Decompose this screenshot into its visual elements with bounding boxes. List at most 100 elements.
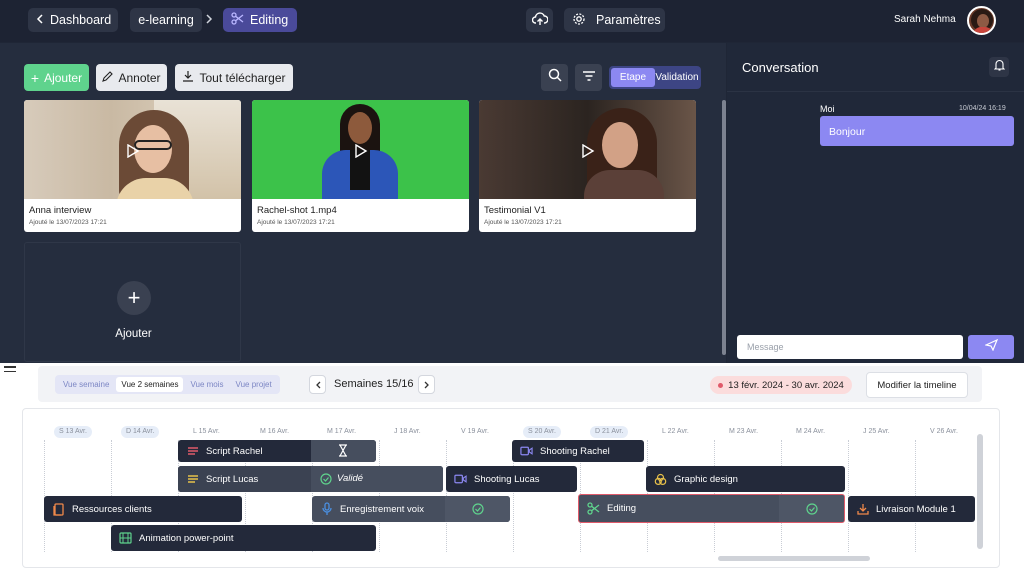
media-date: Ajouté le 13/07/2023 17:21 — [29, 219, 107, 226]
task-livraison-module-1[interactable]: Livraison Module 1 — [848, 496, 975, 522]
media-date: Ajouté le 13/07/2023 17:21 — [257, 219, 335, 226]
task-enregistrement-voix[interactable]: Enregistrement voix — [312, 496, 510, 522]
message-sender: Moi — [820, 104, 835, 114]
message-timestamp: 10/04/24 16:19 — [959, 105, 1006, 112]
day-header: D 14 Avr. — [121, 426, 160, 438]
view-2-weeks[interactable]: Vue 2 semaines — [116, 377, 184, 392]
hourglass-icon — [338, 444, 348, 460]
plus-icon[interactable]: + — [117, 281, 151, 315]
view-month[interactable]: Vue mois — [185, 377, 228, 392]
upload-button[interactable] — [526, 8, 553, 32]
day-header: J 25 Avr. — [863, 428, 890, 435]
scissors-icon — [231, 12, 244, 28]
horizontal-scrollbar[interactable] — [718, 556, 870, 561]
weeks-label: Semaines 15/16 — [334, 378, 414, 390]
dot-icon — [718, 382, 724, 388]
day-header: M 24 Avr. — [796, 428, 826, 435]
task-graphic-design[interactable]: Graphic design — [646, 466, 845, 492]
download-icon — [856, 503, 869, 516]
document-icon — [52, 502, 65, 516]
task-label: Script Rachel — [206, 445, 263, 457]
chevron-right-icon — [424, 376, 430, 394]
play-icon[interactable] — [354, 143, 368, 163]
conversation-title: Conversation — [742, 60, 819, 75]
task-editing[interactable]: Editing — [578, 494, 845, 523]
media-card[interactable]: Testimonial V1 Ajouté le 13/07/2023 17:2… — [479, 100, 696, 232]
gear-icon — [572, 12, 586, 29]
script-icon — [186, 445, 199, 458]
breadcrumb-current[interactable]: Editing — [223, 8, 297, 32]
back-label: Dashboard — [50, 13, 112, 27]
view-toggle: Etape Validation — [609, 66, 701, 89]
task-animation-power-point[interactable]: Animation power-point — [111, 525, 376, 551]
modify-timeline-button[interactable]: Modifier la timeline — [866, 372, 968, 398]
task-label: Livraison Module 1 — [876, 503, 956, 515]
message-input[interactable]: Message — [737, 335, 963, 359]
avatar[interactable] — [967, 6, 996, 35]
day-header: S 20 Avr. — [523, 426, 561, 438]
video-camera-icon — [454, 473, 467, 486]
search-icon — [548, 68, 562, 87]
media-card[interactable]: Anna interview Ajouté le 13/07/2023 17:2… — [24, 100, 241, 232]
send-button[interactable] — [968, 335, 1014, 359]
task-label: Animation power-point — [139, 532, 234, 544]
view-selector: Vue semaine Vue 2 semaines Vue mois Vue … — [55, 375, 280, 394]
vertical-scrollbar[interactable] — [977, 434, 983, 549]
conversation-header: Conversation — [727, 43, 1024, 92]
menu-icon[interactable] — [4, 366, 16, 375]
media-card[interactable]: Rachel-shot 1.mp4 Ajouté le 13/07/2023 1… — [252, 100, 469, 232]
media-title: Testimonial V1 — [484, 205, 546, 216]
send-icon — [983, 338, 998, 356]
play-icon[interactable] — [126, 143, 140, 163]
chevron-left-icon — [315, 376, 321, 394]
day-header: V 26 Avr. — [930, 428, 958, 435]
day-header: V 19 Avr. — [461, 428, 489, 435]
filter-icon — [582, 69, 596, 87]
filter-button[interactable] — [575, 64, 602, 91]
annotate-button[interactable]: Annoter — [96, 64, 167, 91]
bell-button[interactable] — [989, 57, 1009, 77]
day-header: D 21 Avr. — [590, 426, 629, 438]
task-label: Shooting Rachel — [540, 445, 610, 457]
view-week[interactable]: Vue semaine — [58, 377, 114, 392]
task-shooting-lucas[interactable]: Shooting Lucas — [446, 466, 577, 492]
prev-week-button[interactable] — [309, 375, 326, 394]
film-icon — [119, 532, 132, 545]
task-label: Editing — [607, 503, 637, 514]
date-range-label: 13 févr. 2024 - 30 avr. 2024 — [728, 379, 844, 391]
settings-button[interactable]: Paramètres — [564, 8, 665, 32]
task-shooting-rachel[interactable]: Shooting Rachel — [512, 440, 644, 462]
media-date: Ajouté le 13/07/2023 17:21 — [484, 219, 562, 226]
task-label: Script Lucas — [206, 473, 259, 485]
breadcrumb-project[interactable]: e-learning — [130, 8, 202, 32]
day-header: M 23 Avr. — [729, 428, 759, 435]
download-all-button[interactable]: Tout télécharger — [175, 64, 293, 91]
task-script-lucas[interactable]: Script Lucas Validé — [178, 466, 443, 492]
message-bubble: Bonjour — [820, 116, 1014, 146]
day-header: M 17 Avr. — [327, 428, 357, 435]
toggle-validation[interactable]: Validation — [655, 68, 699, 87]
play-icon[interactable] — [581, 143, 595, 163]
add-button[interactable]: + Ajouter — [24, 64, 89, 91]
day-header: L 22 Avr. — [662, 428, 689, 435]
settings-label: Paramètres — [596, 13, 661, 27]
chevron-right-icon — [205, 12, 213, 27]
download-icon — [182, 70, 194, 85]
add-media-label: Ajouter — [115, 328, 152, 340]
task-script-rachel[interactable]: Script Rachel — [178, 440, 376, 462]
video-camera-icon — [520, 445, 533, 458]
view-project[interactable]: Vue projet — [231, 377, 277, 392]
chevron-left-icon — [36, 13, 44, 27]
scrollbar[interactable] — [722, 100, 726, 355]
plus-icon: + — [30, 69, 40, 86]
task-ressources-clients[interactable]: Ressources clients — [44, 496, 242, 522]
toggle-etape[interactable]: Etape — [611, 68, 655, 87]
back-dashboard-button[interactable]: Dashboard — [28, 8, 118, 32]
scissors-icon — [587, 502, 600, 515]
search-button[interactable] — [541, 64, 568, 91]
next-week-button[interactable] — [418, 375, 435, 394]
day-header: L 15 Avr. — [193, 428, 220, 435]
add-media-card[interactable]: + Ajouter — [24, 242, 241, 362]
conversation-panel: Conversation Moi 10/04/24 16:19 Bonjour — [727, 43, 1024, 363]
palette-icon — [654, 473, 667, 486]
